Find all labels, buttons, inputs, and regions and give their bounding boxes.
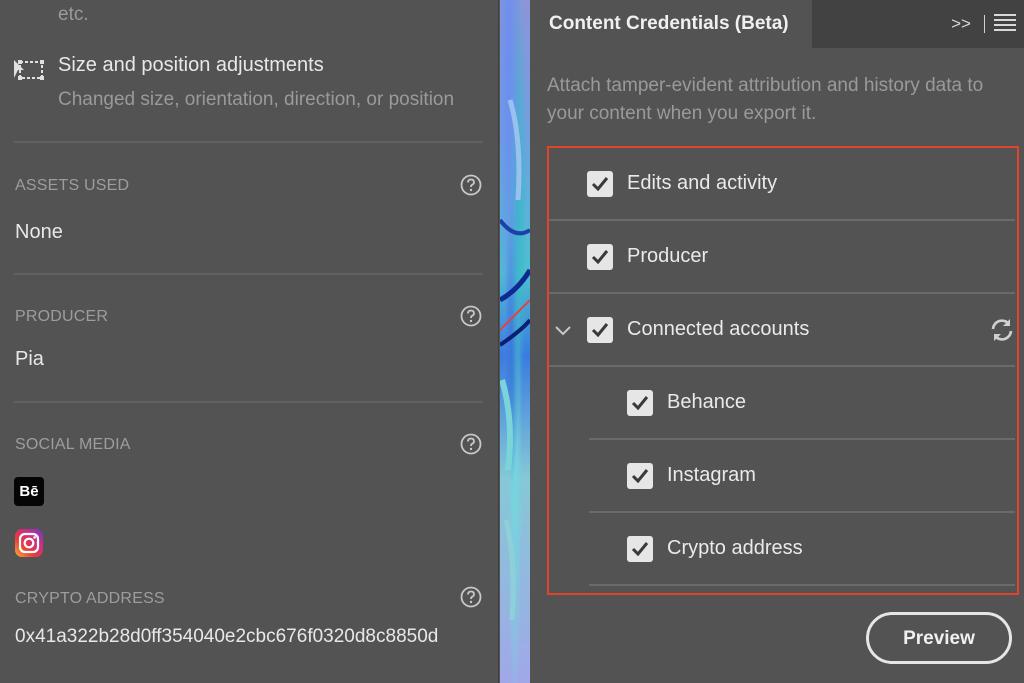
tab-content-credentials[interactable]: Content Credentials (Beta) bbox=[530, 0, 812, 48]
divider bbox=[14, 401, 483, 403]
behance-checkbox[interactable] bbox=[627, 390, 653, 416]
option-connected-accounts: Connected accounts bbox=[549, 294, 1017, 367]
social-media-label: SOCIAL MEDIA bbox=[15, 436, 131, 453]
option-label: Instagram bbox=[667, 464, 756, 486]
producer-checkbox[interactable] bbox=[587, 244, 613, 270]
option-producer: Producer bbox=[549, 221, 1017, 294]
credential-options-list: Edits and activity Producer Connected ac… bbox=[547, 146, 1019, 595]
producer-label: PRODUCER bbox=[15, 308, 109, 325]
checkmark-icon bbox=[591, 177, 609, 191]
divider bbox=[984, 15, 985, 33]
option-instagram: Instagram bbox=[549, 440, 1017, 513]
artwork-brushstrokes bbox=[500, 99, 530, 621]
adjustments-description: Changed size, orientation, direction, or… bbox=[58, 89, 455, 110]
option-crypto-address: Crypto address bbox=[549, 513, 1017, 586]
tab-title: Content Credentials (Beta) bbox=[549, 13, 789, 34]
help-circle-icon[interactable] bbox=[460, 586, 482, 608]
credentials-detail-panel: etc. Size and position adjustments Chang… bbox=[0, 0, 499, 683]
help-circle-icon[interactable] bbox=[460, 433, 482, 455]
crypto-address-value: 0x41a322b28d0ff354040e2cbc676f0320d8c885… bbox=[15, 626, 439, 647]
connected-accounts-checkbox[interactable] bbox=[587, 317, 613, 343]
option-edits-and-activity: Edits and activity bbox=[549, 148, 1017, 221]
help-circle-icon[interactable] bbox=[460, 174, 482, 196]
divider bbox=[14, 141, 483, 143]
option-label: Edits and activity bbox=[627, 172, 778, 194]
checkmark-icon bbox=[631, 542, 649, 556]
preview-button[interactable]: Preview bbox=[866, 612, 1012, 664]
instagram-checkbox[interactable] bbox=[627, 463, 653, 489]
size-position-icon bbox=[14, 60, 44, 80]
content-credentials-panel: Content Credentials (Beta) >> Attach tam… bbox=[530, 0, 1024, 683]
collapse-panel-button[interactable]: >> bbox=[948, 12, 974, 36]
option-label: Behance bbox=[667, 391, 746, 413]
instagram-icon[interactable] bbox=[14, 528, 44, 558]
checkmark-icon bbox=[591, 323, 609, 337]
checkmark-icon bbox=[591, 250, 609, 264]
panel-description: Attach tamper-evident attribution and hi… bbox=[547, 75, 984, 124]
panel-tabbar: Content Credentials (Beta) >> bbox=[530, 0, 1024, 48]
option-label: Connected accounts bbox=[627, 318, 810, 340]
edits-activity-checkbox[interactable] bbox=[587, 171, 613, 197]
crypto-address-checkbox[interactable] bbox=[627, 536, 653, 562]
help-circle-icon[interactable] bbox=[460, 305, 482, 327]
option-label: Producer bbox=[627, 245, 709, 267]
option-label: Crypto address bbox=[667, 537, 803, 559]
adjustments-title: Size and position adjustments bbox=[58, 54, 324, 76]
checkmark-icon bbox=[631, 396, 649, 410]
sync-icon[interactable] bbox=[989, 317, 1015, 343]
truncated-description: etc. bbox=[58, 4, 89, 25]
option-behance: Behance bbox=[549, 367, 1017, 440]
canvas-artwork-strip bbox=[500, 0, 530, 683]
checkmark-icon bbox=[631, 469, 649, 483]
assets-used-label: ASSETS USED bbox=[15, 177, 130, 194]
divider bbox=[589, 584, 1015, 586]
panel-menu-icon[interactable] bbox=[994, 14, 1016, 34]
assets-used-value: None bbox=[15, 221, 63, 243]
behance-icon[interactable]: Bē bbox=[14, 477, 44, 506]
chevron-down-icon[interactable] bbox=[553, 320, 573, 340]
divider bbox=[14, 273, 483, 275]
producer-value: Pia bbox=[15, 348, 44, 370]
app-root: etc. Size and position adjustments Chang… bbox=[0, 0, 1024, 683]
crypto-address-label: CRYPTO ADDRESS bbox=[15, 590, 165, 607]
